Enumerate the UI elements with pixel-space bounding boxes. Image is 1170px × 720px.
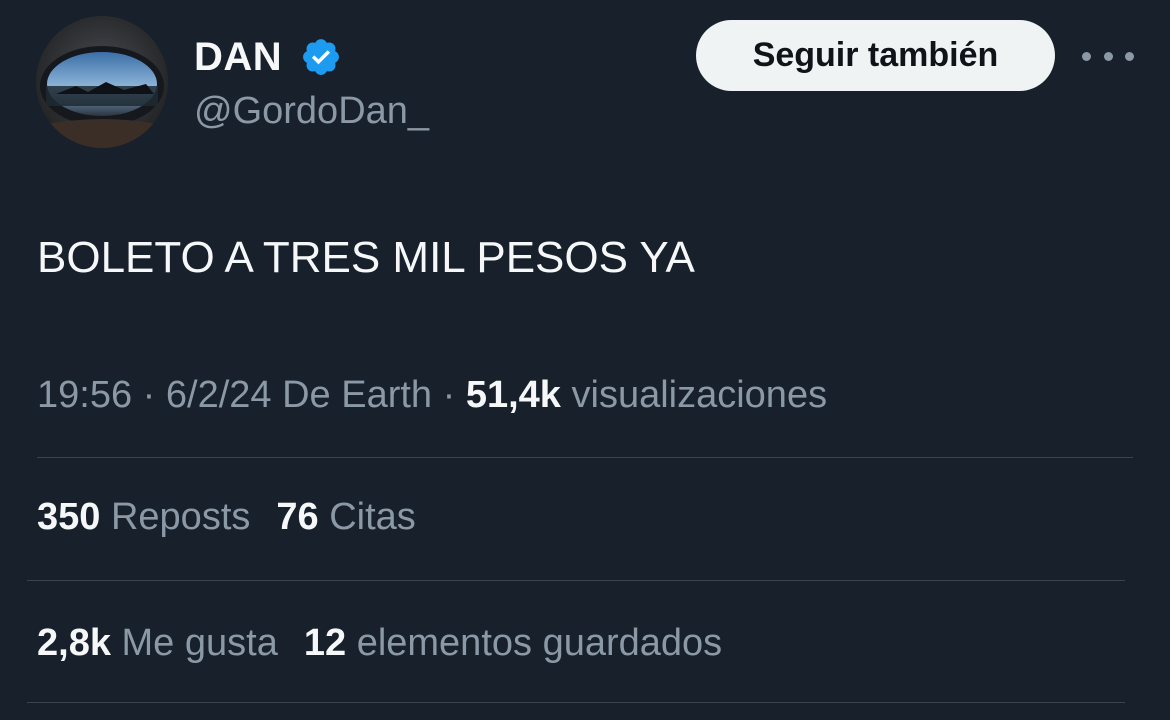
avatar[interactable] (36, 16, 168, 148)
tweet-time[interactable]: 19:56 (37, 374, 132, 416)
bookmarks-label: elementos guardados (356, 622, 723, 664)
tweet-text: BOLETO A TRES MIL PESOS YA (37, 233, 695, 282)
tweet-source: De Earth (282, 374, 433, 416)
reposts-label: Reposts (110, 496, 251, 538)
bookmarks-count: 12 (303, 622, 347, 664)
divider (27, 580, 1125, 581)
more-options-icon[interactable] (1082, 36, 1134, 76)
more-dot (1103, 51, 1113, 61)
likes-count: 2,8k (37, 622, 111, 664)
divider (27, 702, 1125, 703)
likes-stat[interactable]: 2,8k Me gusta (37, 616, 278, 670)
engagement-row-reposts: 350 Reposts 76 Citas (37, 490, 416, 544)
views-label: visualizaciones (571, 374, 828, 416)
tweet-date[interactable]: 6/2/24 (166, 374, 272, 416)
more-dot (1125, 51, 1134, 61)
avatar-image (36, 16, 168, 148)
follow-button[interactable]: Seguir también (696, 20, 1055, 91)
author-name[interactable]: DAN (194, 34, 282, 80)
likes-label: Me gusta (121, 622, 278, 664)
views-count: 51,4k (465, 374, 561, 416)
more-dot (1082, 51, 1091, 61)
divider (37, 457, 1133, 458)
reposts-count: 350 (37, 496, 101, 538)
tweet-detail: DAN @GordoDan_ Seguir también BOLETO A T… (0, 0, 1170, 720)
tweet-meta: 19:56 · 6/2/24 De Earth · 51,4k visualiz… (37, 368, 827, 422)
meta-separator: · (442, 374, 456, 416)
quotes-stat[interactable]: 76 Citas (276, 490, 415, 544)
verified-badge-icon (303, 39, 339, 75)
engagement-row-likes: 2,8k Me gusta 12 elementos guardados (37, 616, 722, 670)
author-handle[interactable]: @GordoDan_ (194, 88, 429, 134)
reposts-stat[interactable]: 350 Reposts (37, 490, 250, 544)
bookmarks-stat[interactable]: 12 elementos guardados (304, 616, 722, 670)
meta-separator: · (142, 374, 156, 416)
quotes-label: Citas (329, 496, 416, 538)
quotes-count: 76 (276, 496, 319, 538)
